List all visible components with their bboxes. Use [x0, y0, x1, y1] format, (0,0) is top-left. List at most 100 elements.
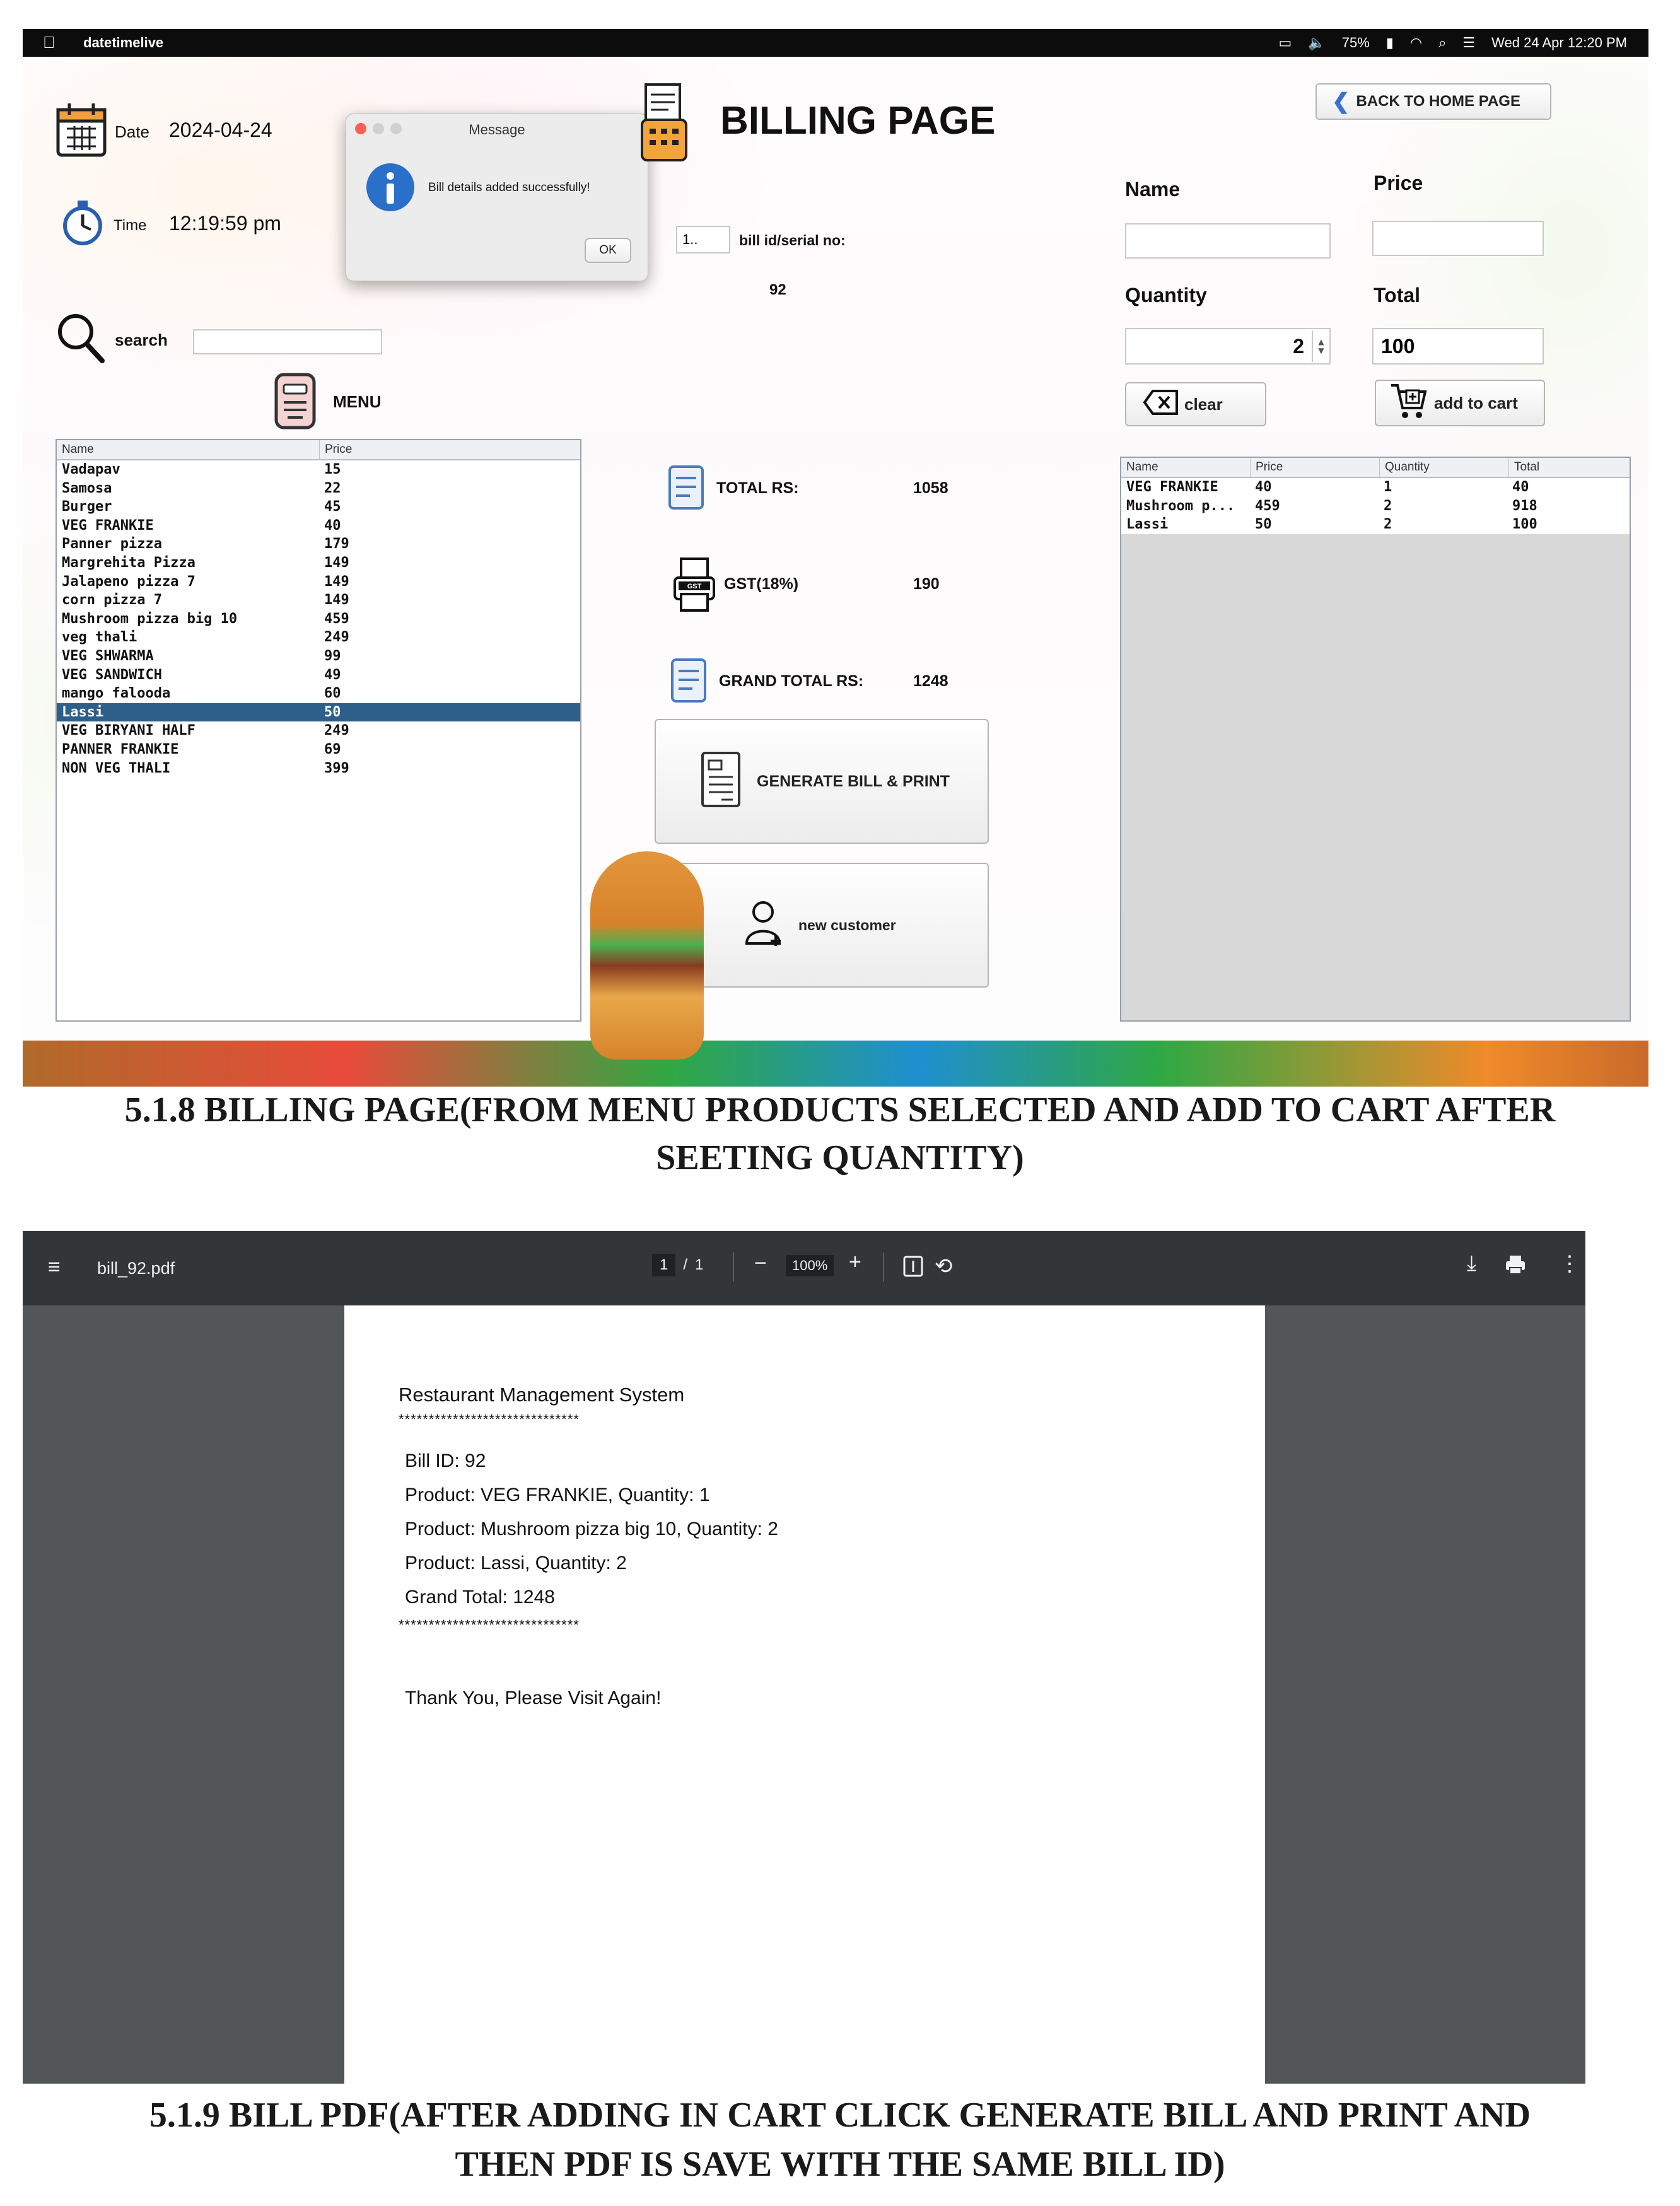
menubar-datetime[interactable]: Wed 24 Apr 12:20 PM: [1491, 35, 1627, 51]
user-add-icon: [744, 899, 785, 951]
quantity-label: Quantity: [1125, 284, 1207, 306]
download-icon[interactable]: ⤓: [1467, 1251, 1476, 1276]
chevron-left-icon: ❮: [1332, 90, 1350, 114]
cart-plus-icon: [1389, 382, 1428, 425]
clear-button[interactable]: clear: [1125, 382, 1266, 426]
menu-table-row[interactable]: Vadapav 15: [57, 460, 580, 479]
quantity-stepper[interactable]: 2 ▲ ▼: [1125, 328, 1331, 365]
menu-table-row[interactable]: VEG SANDWICH 49: [57, 666, 580, 685]
backspace-icon: [1143, 389, 1179, 420]
display-icon[interactable]: ▭: [1279, 35, 1292, 51]
cart-table[interactable]: Name Price Quantity Total VEG FRANKIE 40 1…: [1120, 457, 1631, 1022]
quantity-value: 2: [1293, 334, 1304, 358]
menu-item-name: Vadapav: [62, 462, 120, 477]
page-title: BILLING PAGE: [720, 99, 996, 143]
total-field[interactable]: 100: [1372, 328, 1544, 365]
app-name[interactable]: datetimelive: [83, 35, 163, 51]
control-center-icon[interactable]: ☰: [1462, 35, 1475, 51]
print-icon[interactable]: [1505, 1254, 1526, 1278]
add-to-cart-button[interactable]: add to cart: [1375, 380, 1545, 426]
stopwatch-icon: [61, 199, 105, 247]
menu-column-name[interactable]: Name: [57, 440, 320, 459]
page-number-input[interactable]: 1: [652, 1254, 676, 1276]
dialog-ok-button[interactable]: OK: [585, 238, 631, 263]
more-options-icon[interactable]: ⋮: [1559, 1251, 1580, 1276]
figure-caption-billing-line1: 5.1.8 BILLING PAGE(FROM MENU PRODUCTS SE…: [124, 1090, 1556, 1129]
spotlight-icon[interactable]: ⌕: [1438, 35, 1446, 51]
pdf-file-name: bill_92.pdf: [97, 1259, 175, 1278]
menu-table-row[interactable]: mango falooda 60: [57, 684, 580, 703]
pdf-grand-total: Grand Total: 1248: [405, 1587, 555, 1608]
menu-item-price: 49: [324, 667, 341, 683]
menu-table-row[interactable]: Panner pizza 179: [57, 535, 580, 554]
cart-column-price[interactable]: Price: [1251, 458, 1380, 477]
menu-item-name: PANNER FRANKIE: [62, 741, 179, 757]
pdf-separator-top: ******************************: [399, 1411, 580, 1427]
menu-table-row[interactable]: Burger 45: [57, 498, 580, 516]
menu-item-price: 15: [324, 462, 341, 477]
menu-table[interactable]: Name Price Vadapav 15 Samosa 22 Burger 45 VEG …: [55, 439, 581, 1022]
menu-table-row[interactable]: Lassi 50: [57, 703, 580, 722]
battery-icon[interactable]: ▮: [1386, 35, 1394, 51]
search-input[interactable]: [193, 329, 382, 354]
menu-table-row[interactable]: Mushroom pizza big 10 459: [57, 610, 580, 629]
menu-table-row[interactable]: VEG BIRYANI HALF 249: [57, 721, 580, 740]
zoom-in-button[interactable]: +: [849, 1250, 861, 1275]
stepper-arrows-icon[interactable]: ▲ ▼: [1312, 330, 1329, 362]
price-label: Price: [1374, 172, 1423, 194]
bill-document-icon: [700, 750, 742, 813]
cart-item-name: VEG FRANKIE: [1126, 479, 1218, 495]
menu-table-row[interactable]: Jalapeno pizza 7 149: [57, 573, 580, 592]
battery-text[interactable]: 75%: [1342, 35, 1370, 51]
page-navigator: 1 / 1: [652, 1254, 703, 1276]
cart-column-quantity[interactable]: Quantity: [1380, 458, 1509, 477]
zoom-out-button[interactable]: −: [754, 1251, 767, 1276]
new-customer-label: new customer: [798, 916, 896, 933]
cart-table-row[interactable]: VEG FRANKIE 40 1 40: [1121, 478, 1630, 497]
fit-page-icon[interactable]: [902, 1255, 925, 1281]
menu-table-row[interactable]: corn pizza 7 149: [57, 591, 580, 610]
menu-card-icon: [272, 372, 318, 430]
menu-table-row[interactable]: Samosa 22: [57, 479, 580, 498]
gst-icon-text: GST: [687, 583, 702, 590]
cart-table-body: VEG FRANKIE 40 1 40 Mushroom p... 459 2 918 Lass…: [1121, 478, 1630, 534]
menu-table-row[interactable]: NON VEG THALI 399: [57, 759, 580, 778]
menu-table-row[interactable]: veg thali 249: [57, 628, 580, 647]
generate-bill-button[interactable]: GENERATE BILL & PRINT: [655, 719, 989, 844]
price-input[interactable]: [1372, 221, 1544, 256]
gst-label: GST(18%): [724, 575, 799, 593]
bill-id-field[interactable]: 1..: [676, 226, 730, 254]
cart-item-total: 40: [1512, 479, 1529, 495]
wifi-icon[interactable]: ◠: [1410, 35, 1422, 51]
menu-item-price: 149: [324, 592, 349, 609]
menu-table-row[interactable]: PANNER FRANKIE 69: [57, 740, 580, 759]
search-icon: [55, 312, 106, 365]
menu-item-price: 149: [324, 554, 349, 571]
name-input[interactable]: [1125, 223, 1331, 259]
rotate-icon[interactable]: ⟲: [935, 1254, 953, 1279]
page-total: 1: [695, 1256, 704, 1273]
menu-item-price: 179: [324, 536, 349, 552]
menu-table-row[interactable]: VEG SHWARMA 99: [57, 647, 580, 666]
pdf-product-2: Product: Mushroom pizza big 10, Quantity…: [405, 1519, 778, 1539]
cart-column-total[interactable]: Total: [1509, 458, 1630, 477]
menu-item-name: VEG BIRYANI HALF: [62, 723, 195, 739]
volume-icon[interactable]: 🔈: [1308, 35, 1325, 51]
back-to-home-button[interactable]: ❮ BACK TO HOME PAGE: [1315, 83, 1551, 120]
menu-item-name: mango falooda: [62, 686, 171, 702]
cart-item-quantity: 1: [1384, 479, 1392, 495]
food-decoration-strip: [23, 1041, 1648, 1087]
cart-table-row[interactable]: Lassi 50 2 100: [1121, 515, 1630, 534]
menu-item-name: VEG SANDWICH: [62, 667, 162, 683]
new-customer-button[interactable]: new customer: [655, 863, 989, 988]
menu-column-price[interactable]: Price: [320, 440, 580, 459]
menu-table-row[interactable]: VEG FRANKIE 40: [57, 516, 580, 535]
menu-item-name: Burger: [62, 499, 112, 515]
hamburger-menu-icon[interactable]: ≡: [48, 1255, 61, 1280]
pdf-thanks: Thank You, Please Visit Again!: [405, 1688, 662, 1708]
cart-table-row[interactable]: Mushroom p... 459 2 918: [1121, 497, 1630, 516]
apple-logo-icon[interactable]: : [43, 33, 55, 52]
menu-table-row[interactable]: Margrehita Pizza 149: [57, 554, 580, 573]
cart-column-name[interactable]: Name: [1121, 458, 1251, 477]
zoom-level-input[interactable]: 100%: [786, 1255, 834, 1276]
